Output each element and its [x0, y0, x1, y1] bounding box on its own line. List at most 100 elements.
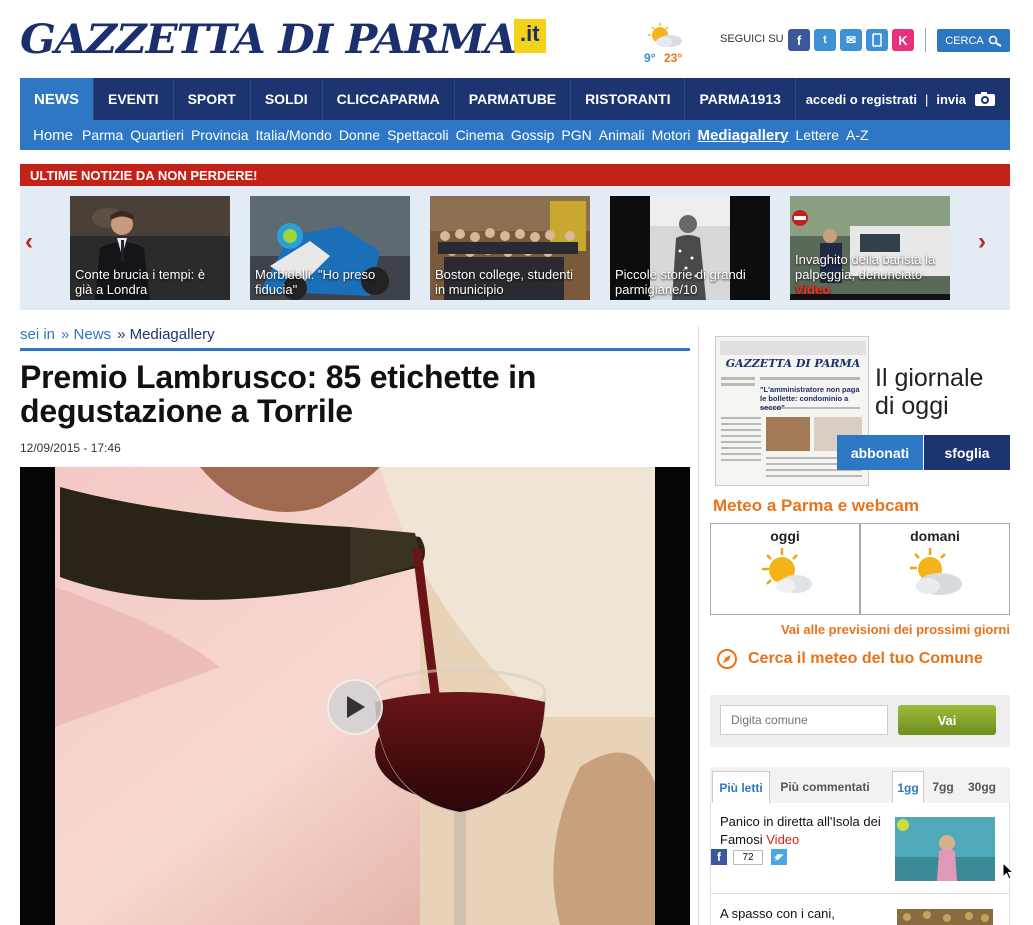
news-card-caption: Piccole storie di grandi parmigiane/10: [615, 267, 746, 297]
weather-today[interactable]: oggi: [710, 523, 860, 615]
nav-sport[interactable]: SPORT: [174, 78, 251, 120]
partly-sunny-icon: [648, 23, 682, 47]
sun-cloud-icon: [910, 548, 962, 595]
subnav-parma[interactable]: Parma: [82, 127, 123, 143]
todays-paper-line-2: di oggi: [875, 392, 949, 420]
nav-ristoranti[interactable]: RISTORANTI: [571, 78, 686, 120]
newspaper-masthead: GAZZETTA DI PARMA: [725, 357, 861, 370]
logo-tld: .it: [514, 19, 546, 53]
mouse-cursor-icon: [1002, 862, 1014, 880]
subnav-italia-mondo[interactable]: Italia/Mondo: [256, 127, 332, 143]
kiosk-icon[interactable]: K: [892, 29, 914, 51]
subnav-motori[interactable]: Motori: [652, 127, 691, 143]
list-item[interactable]: A spasso con i cani,: [720, 905, 890, 923]
subnav-lettere[interactable]: Lettere: [795, 127, 839, 143]
carousel-next-icon[interactable]: ›: [978, 228, 986, 256]
sun-cloud-icon: [762, 548, 812, 593]
subnav-spettacoli[interactable]: Spettacoli: [387, 127, 448, 143]
subnav-donne[interactable]: Donne: [339, 127, 380, 143]
meteo-heading[interactable]: Meteo a Parma e webcam: [713, 496, 919, 516]
share-count: 72: [733, 850, 763, 865]
breadcrumb-news[interactable]: » News: [61, 326, 111, 348]
list-item-title: A spasso con i cani,: [720, 906, 835, 921]
comune-search-panel: Vai: [710, 695, 1010, 747]
most-read-tabs: Più letti Più commentati 1gg 7gg 30gg: [710, 767, 1010, 803]
subnav-a-z[interactable]: A-Z: [846, 127, 869, 143]
twitter-share-icon[interactable]: [771, 849, 787, 865]
list-item-thumbnail[interactable]: [897, 909, 993, 925]
subnav-home[interactable]: Home: [33, 127, 73, 144]
facebook-icon[interactable]: f: [788, 29, 810, 51]
compass-icon: [717, 649, 737, 669]
camera-icon[interactable]: [974, 91, 996, 107]
weather-tomorrow-label: domani: [910, 528, 960, 544]
news-card[interactable]: Boston college, studenti in municipio: [430, 196, 590, 300]
logo-wordmark: GAZZETTA DI PARMA: [20, 15, 517, 63]
email-icon[interactable]: ✉: [840, 29, 862, 51]
list-item[interactable]: Panico in diretta all'Isola dei Famosi V…: [720, 813, 890, 849]
subnav-cinema[interactable]: Cinema: [456, 127, 504, 143]
nav-cliccaparma[interactable]: CLICCAPARMA: [323, 78, 455, 120]
send-link[interactable]: invia: [936, 92, 966, 107]
subnav-animali[interactable]: Animali: [599, 127, 645, 143]
breadcrumb-mediagallery[interactable]: » Mediagallery: [117, 326, 215, 348]
subnav-provincia[interactable]: Provincia: [191, 127, 249, 143]
news-card[interactable]: Piccole storie di grandi parmigiane/10: [610, 196, 770, 300]
column-divider: [698, 326, 699, 925]
subnav-mediagallery[interactable]: Mediagallery: [698, 127, 789, 144]
nav-news[interactable]: NEWS: [20, 78, 94, 120]
follow-label: SEGUICI SU: [720, 33, 784, 45]
list-item-title: Panico in diretta all'Isola dei Famosi: [720, 814, 881, 847]
video-player[interactable]: [20, 467, 690, 925]
video-badge: Video: [766, 832, 800, 847]
weather-tomorrow[interactable]: domani: [860, 523, 1010, 615]
play-button[interactable]: [327, 679, 383, 735]
forecast-link[interactable]: Vai alle previsioni dei prossimi giorni: [700, 622, 1010, 637]
todays-paper-label: Il giornale di oggi: [875, 364, 983, 420]
search-meteo-link[interactable]: Cerca il meteo del tuo Comune: [716, 648, 983, 670]
list-divider: [710, 893, 1010, 894]
news-card-caption: Invaghito della barista la palpeggia, de…: [795, 252, 946, 297]
site-logo[interactable]: GAZZETTA DI PARMA .it: [20, 14, 546, 64]
login-link[interactable]: accedi o registrati: [806, 92, 917, 107]
article-title: Premio Lambrusco: 85 etichette in degust…: [20, 359, 537, 429]
temp-min: 9°: [644, 51, 656, 65]
main-nav: NEWS EVENTI SPORT SOLDI CLICCAPARMA PARM…: [20, 78, 1010, 120]
search-button[interactable]: CERCA: [937, 29, 1010, 52]
tab-7-days[interactable]: 7gg: [926, 771, 960, 803]
browse-paper-button[interactable]: sfoglia: [924, 435, 1010, 470]
subscribe-button[interactable]: abbonati: [837, 435, 923, 470]
nav-parma1913[interactable]: PARMA1913: [685, 78, 796, 120]
comune-input[interactable]: [720, 705, 888, 735]
breadcrumb: sei in » News » Mediagallery: [20, 326, 690, 351]
video-badge: Video: [795, 282, 831, 297]
header-weather[interactable]: 9° 23°: [642, 22, 692, 66]
news-card[interactable]: Morbidelli: "Ho preso fiducia": [250, 196, 410, 300]
nav-parmatube[interactable]: PARMATUBE: [455, 78, 572, 120]
news-card-caption: Morbidelli: "Ho preso fiducia": [255, 267, 376, 297]
twitter-icon[interactable]: t: [814, 29, 836, 51]
carousel-prev-icon[interactable]: ‹: [25, 228, 33, 256]
tab-most-read[interactable]: Più letti: [712, 771, 770, 803]
nav-eventi[interactable]: EVENTI: [94, 78, 174, 120]
must-read-carousel: ‹ › Conte brucia i tempi: è già a Londra…: [20, 186, 1010, 310]
sub-nav: Home Parma Quartieri Provincia Italia/Mo…: [20, 120, 1010, 150]
facebook-share-icon[interactable]: f: [711, 849, 727, 865]
dogs-image: [897, 909, 993, 925]
tab-30-days[interactable]: 30gg: [962, 771, 1002, 803]
subnav-gossip[interactable]: Gossip: [511, 127, 555, 143]
tab-most-commented[interactable]: Più commentati: [770, 771, 880, 803]
subnav-pgn[interactable]: PGN: [561, 127, 591, 143]
news-card[interactable]: Invaghito della barista la palpeggia, de…: [790, 196, 950, 300]
go-button[interactable]: Vai: [898, 705, 996, 735]
search-meteo-label: Cerca il meteo del tuo Comune: [748, 650, 983, 667]
must-read-heading: ULTIME NOTIZIE DA NON PERDERE!: [20, 164, 1010, 186]
tab-1-day[interactable]: 1gg: [892, 771, 924, 803]
list-item-thumbnail[interactable]: [895, 817, 995, 881]
news-card-caption-text: Invaghito della barista la palpeggia, de…: [795, 252, 936, 282]
mobile-icon[interactable]: [866, 29, 888, 51]
nav-soldi[interactable]: SOLDI: [251, 78, 323, 120]
subnav-quartieri[interactable]: Quartieri: [130, 127, 184, 143]
news-card[interactable]: Conte brucia i tempi: è già a Londra: [70, 196, 230, 300]
weather-today-label: oggi: [770, 528, 800, 544]
